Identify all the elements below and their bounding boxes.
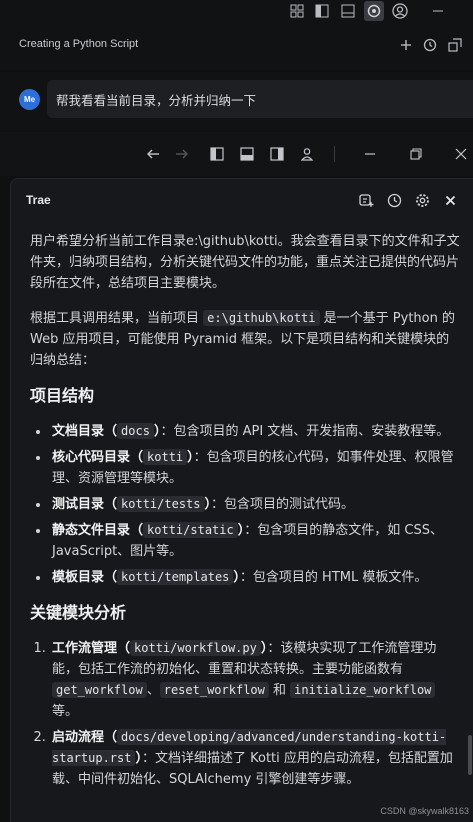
structure-list: 文档目录（docs）：包含项目的 API 文档、开发指南、安装教程等。 核心代码… (50, 421, 462, 588)
inline-code: get_workflow (52, 682, 147, 698)
list-item: 核心代码目录（kotti）：包含项目的核心代码，如事件处理、权限管理、资源管理等… (50, 447, 462, 489)
inline-code: kotti (143, 449, 188, 465)
panel-title: Trae (26, 193, 51, 207)
top-toolbar (0, 0, 473, 22)
divider (334, 146, 335, 162)
modules-list: 工作流管理（kotti/workflow.py）：该模块实现了工作流管理功能，包… (50, 638, 462, 790)
list-item: 启动流程（docs/developing/advanced/understand… (50, 727, 462, 790)
watermark: CSDN @skywalk8163 (380, 806, 469, 816)
user-message-row: Me 帮我看看当前目录，分析并归纳一下 (0, 72, 473, 128)
section-heading: 关键模块分析 (30, 603, 127, 622)
sidebar-left-icon[interactable] (312, 1, 332, 21)
minimize-icon[interactable] (428, 1, 448, 21)
toggle-panel-icon[interactable] (237, 144, 257, 164)
account-icon[interactable] (390, 1, 410, 21)
plus-icon[interactable] (397, 36, 415, 54)
layout-icon[interactable] (287, 1, 307, 21)
inline-code: reset_workflow (159, 682, 269, 698)
chat-title: Creating a Python Script (19, 38, 139, 50)
close-icon[interactable] (451, 144, 471, 164)
chat-header: Creating a Python Script (0, 22, 473, 70)
list-item: 测试目录（kotti/tests）：包含项目的测试代码。 (50, 494, 462, 515)
account-icon[interactable] (297, 144, 317, 164)
restore-icon[interactable] (406, 144, 426, 164)
list-item: 模板目录（kotti/templates）：包含项目的 HTML 模板文件。 (50, 567, 462, 588)
close-icon[interactable] (440, 190, 460, 210)
user-message: 帮我看看当前目录，分析并归纳一下 (47, 80, 473, 118)
toggle-sidebar-icon[interactable] (207, 144, 227, 164)
panel-icon[interactable] (338, 1, 358, 21)
inline-code: docs (117, 423, 154, 439)
inline-code: e:\github\kotti (203, 310, 320, 326)
panel-header: Trae (11, 179, 473, 221)
minimize-icon[interactable] (360, 144, 380, 164)
inline-code: kotti/tests (117, 496, 205, 512)
back-arrow-icon[interactable] (143, 144, 163, 164)
toggle-right-icon[interactable] (267, 144, 287, 164)
list-item: 文档目录（docs）：包含项目的 API 文档、开发指南、安装教程等。 (50, 421, 462, 442)
inline-code: kotti/workflow.py (130, 640, 261, 656)
inline-code: kotti/templates (117, 569, 234, 585)
list-item: 工作流管理（kotti/workflow.py）：该模块实现了工作流管理功能，包… (50, 638, 462, 722)
window-nav-bar (0, 132, 473, 176)
response-intro: 用户希望分析当前工作目录e:\github\kotti。我会查看目录下的文件和子… (30, 234, 460, 291)
inline-code: initialize_workflow (290, 682, 436, 698)
settings-icon[interactable] (412, 190, 432, 210)
history-icon[interactable] (384, 190, 404, 210)
history-icon[interactable] (421, 36, 439, 54)
add-chat-icon[interactable] (356, 190, 376, 210)
assistant-panel: Trae 用户希望分析当前工作目录e:\github\kotti。我会查看目录下… (10, 178, 473, 822)
response-summary: 根据工具调用结果，当前项目 e:\github\kotti 是一个基于 Pyth… (30, 310, 455, 368)
avatar: Me (19, 89, 40, 110)
copilot-icon[interactable] (364, 1, 384, 21)
section-heading: 项目结构 (30, 386, 95, 405)
assistant-response: 用户希望分析当前工作目录e:\github\kotti。我会查看目录下的文件和子… (30, 231, 462, 804)
list-item: 静态文件目录（kotti/static）：包含项目的静态文件，如 CSS、Jav… (50, 520, 462, 562)
scrollbar[interactable] (468, 735, 472, 775)
forward-arrow-icon[interactable] (172, 144, 192, 164)
new-window-icon[interactable] (446, 36, 464, 54)
inline-code: kotti/static (143, 522, 238, 538)
